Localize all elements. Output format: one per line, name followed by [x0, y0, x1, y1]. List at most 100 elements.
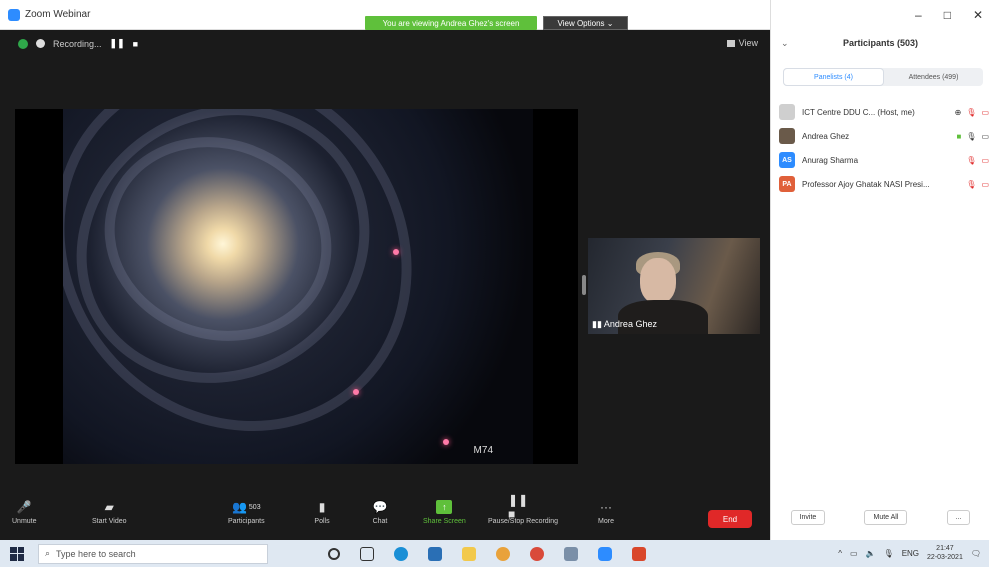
- zoom-taskbar-icon[interactable]: [598, 546, 612, 561]
- windows-taskbar: ⌕ Type here to search ^ ▭ 🔈 🎙 ENG 21:47 …: [0, 540, 989, 567]
- participant-name: Andrea Ghez: [802, 131, 850, 141]
- list-item[interactable]: Andrea Ghez ■ 🎙 ▭: [779, 124, 989, 148]
- clock-time: 21:47: [936, 545, 954, 552]
- list-item[interactable]: PA Professor Ajoy Ghatak NASI Presi... 🎙…: [779, 172, 989, 196]
- participants-count: 503: [248, 503, 261, 511]
- file-explorer-icon[interactable]: [462, 546, 476, 561]
- security-shield-icon[interactable]: [18, 38, 28, 49]
- participants-panel: – □ ✕ ⌄ Participants (503) Panelists (4)…: [770, 0, 989, 540]
- panel-more-button[interactable]: ...: [946, 510, 971, 525]
- galaxy-arm: [63, 109, 486, 464]
- avatar: AS: [779, 152, 795, 168]
- panel-footer: Invite Mute All ...: [771, 510, 989, 525]
- participant-name: Professor Ajoy Ghatak NASI Presi...: [802, 179, 930, 189]
- more-button[interactable]: ··· More: [598, 500, 614, 525]
- list-item[interactable]: ICT Centre DDU C... (Host, me) ⊕ 🎙 ▭: [779, 100, 989, 124]
- clock-date: 22-03-2021: [927, 554, 963, 561]
- grid-view-icon: [726, 39, 735, 47]
- zoom-logo-icon: [8, 8, 20, 21]
- video-off-icon: ▭: [981, 107, 989, 117]
- notifications-icon[interactable]: 🗨: [971, 549, 981, 558]
- pause-recording-toolbar-button[interactable]: ❚❚ ■ Pause/Stop Recording: [488, 493, 559, 525]
- polls-button[interactable]: ▮ Polls: [314, 500, 330, 525]
- mute-all-button[interactable]: Mute All: [864, 510, 908, 525]
- share-screen-button[interactable]: ↑ Share Screen: [423, 500, 466, 525]
- firefox-icon[interactable]: [530, 546, 544, 561]
- language-indicator[interactable]: ENG: [902, 549, 919, 558]
- edge-icon[interactable]: [394, 546, 408, 561]
- view-button[interactable]: View: [726, 38, 758, 48]
- calculator-icon[interactable]: [564, 546, 578, 561]
- window-title: Zoom Webinar: [25, 9, 91, 20]
- meeting-toolbar: 🎤 Unmute ▰ Start Video 👥 503 Participants…: [0, 493, 770, 540]
- participant-status: ⊕ 🎙 ▭: [955, 108, 989, 117]
- recording-dot-icon: [36, 39, 45, 48]
- star-cluster: [353, 389, 359, 395]
- recording-indicator: Recording... ❚❚ ■: [18, 38, 138, 49]
- store-icon[interactable]: [428, 546, 442, 561]
- main-video-area: Recording... ❚❚ ■ View M74 ▮▮ Andrea Ghe…: [0, 30, 770, 540]
- screen-share-icon: ■: [956, 131, 962, 141]
- tab-panelists[interactable]: Panelists (4): [783, 68, 884, 86]
- participant-list: ICT Centre DDU C... (Host, me) ⊕ 🎙 ▭ And…: [779, 100, 989, 196]
- task-view-icon[interactable]: [360, 546, 374, 561]
- shared-screen: M74: [15, 109, 578, 464]
- speaker-video-tile[interactable]: ▮▮ Andrea Ghez: [588, 238, 760, 334]
- chevron-up-icon[interactable]: ^: [838, 549, 842, 558]
- polls-icon: ▮: [318, 500, 326, 514]
- polls-label: Polls: [314, 518, 330, 525]
- image-caption: M74: [473, 445, 493, 456]
- recording-label: Recording...: [53, 38, 102, 49]
- share-screen-label: Share Screen: [423, 518, 466, 525]
- list-item[interactable]: AS Anurag Sharma 🎙 ▭: [779, 148, 989, 172]
- view-label: View: [738, 38, 758, 48]
- mic-muted-icon: 🎙: [966, 107, 977, 117]
- volume-icon[interactable]: 🔈: [866, 549, 876, 558]
- participant-status: 🎙 ▭: [966, 156, 989, 165]
- minimize-icon[interactable]: –: [915, 8, 922, 22]
- share-screen-icon: ↑: [436, 500, 453, 514]
- speaker-name-label: ▮▮ Andrea Ghez: [592, 319, 657, 330]
- pause-recording-button[interactable]: ❚❚: [110, 38, 125, 49]
- end-button[interactable]: End: [708, 510, 752, 528]
- clock[interactable]: 21:47 22-03-2021: [927, 544, 963, 562]
- window-controls: – □ ✕: [915, 8, 983, 22]
- view-options-button[interactable]: View Options ⌄: [543, 16, 628, 30]
- search-icon: ⌕: [45, 548, 51, 558]
- unmute-button[interactable]: 🎤 Unmute: [12, 500, 37, 525]
- speaker-face: [640, 258, 676, 304]
- participants-label: Participants: [228, 518, 265, 525]
- windows-start-icon[interactable]: [10, 546, 24, 561]
- powerpoint-icon[interactable]: [632, 546, 646, 561]
- chat-icon: 💬: [372, 500, 388, 514]
- maximize-icon[interactable]: □: [944, 8, 951, 22]
- mic-icon: 🎙: [966, 131, 977, 141]
- participant-tabs: Panelists (4) Attendees (499): [783, 68, 983, 86]
- invite-button[interactable]: Invite: [790, 510, 826, 525]
- pause-recording-label: Pause/Stop Recording: [488, 518, 559, 525]
- video-icon: ▭: [981, 131, 989, 141]
- taskbar-search-input[interactable]: ⌕ Type here to search: [38, 543, 268, 564]
- mic-tray-icon[interactable]: 🎙: [884, 549, 894, 558]
- start-video-button[interactable]: ▰ Start Video: [92, 500, 127, 525]
- more-icon: ···: [600, 500, 612, 514]
- stop-recording-button[interactable]: ■: [133, 39, 138, 49]
- participants-button[interactable]: 👥 503 Participants: [228, 500, 265, 525]
- cortana-icon[interactable]: [328, 547, 340, 560]
- network-icon[interactable]: ▭: [850, 549, 858, 558]
- participant-name: ICT Centre DDU C... (Host, me): [802, 107, 915, 117]
- collapse-handle[interactable]: [582, 275, 586, 295]
- chat-button[interactable]: 💬 Chat: [372, 500, 388, 525]
- avatar: [779, 128, 795, 144]
- avatar: [779, 104, 795, 120]
- close-icon[interactable]: ✕: [973, 8, 983, 22]
- unmute-label: Unmute: [12, 518, 37, 525]
- galaxy-image: M74: [63, 109, 533, 464]
- chat-label: Chat: [372, 518, 388, 525]
- chrome-icon[interactable]: [496, 546, 510, 561]
- participants-icon: 👥 503: [231, 500, 261, 514]
- video-off-icon: ▭: [981, 179, 989, 189]
- star-cluster: [443, 439, 449, 445]
- tab-attendees[interactable]: Attendees (499): [884, 68, 983, 86]
- pause-stop-icon: ❚❚ ■: [508, 493, 529, 521]
